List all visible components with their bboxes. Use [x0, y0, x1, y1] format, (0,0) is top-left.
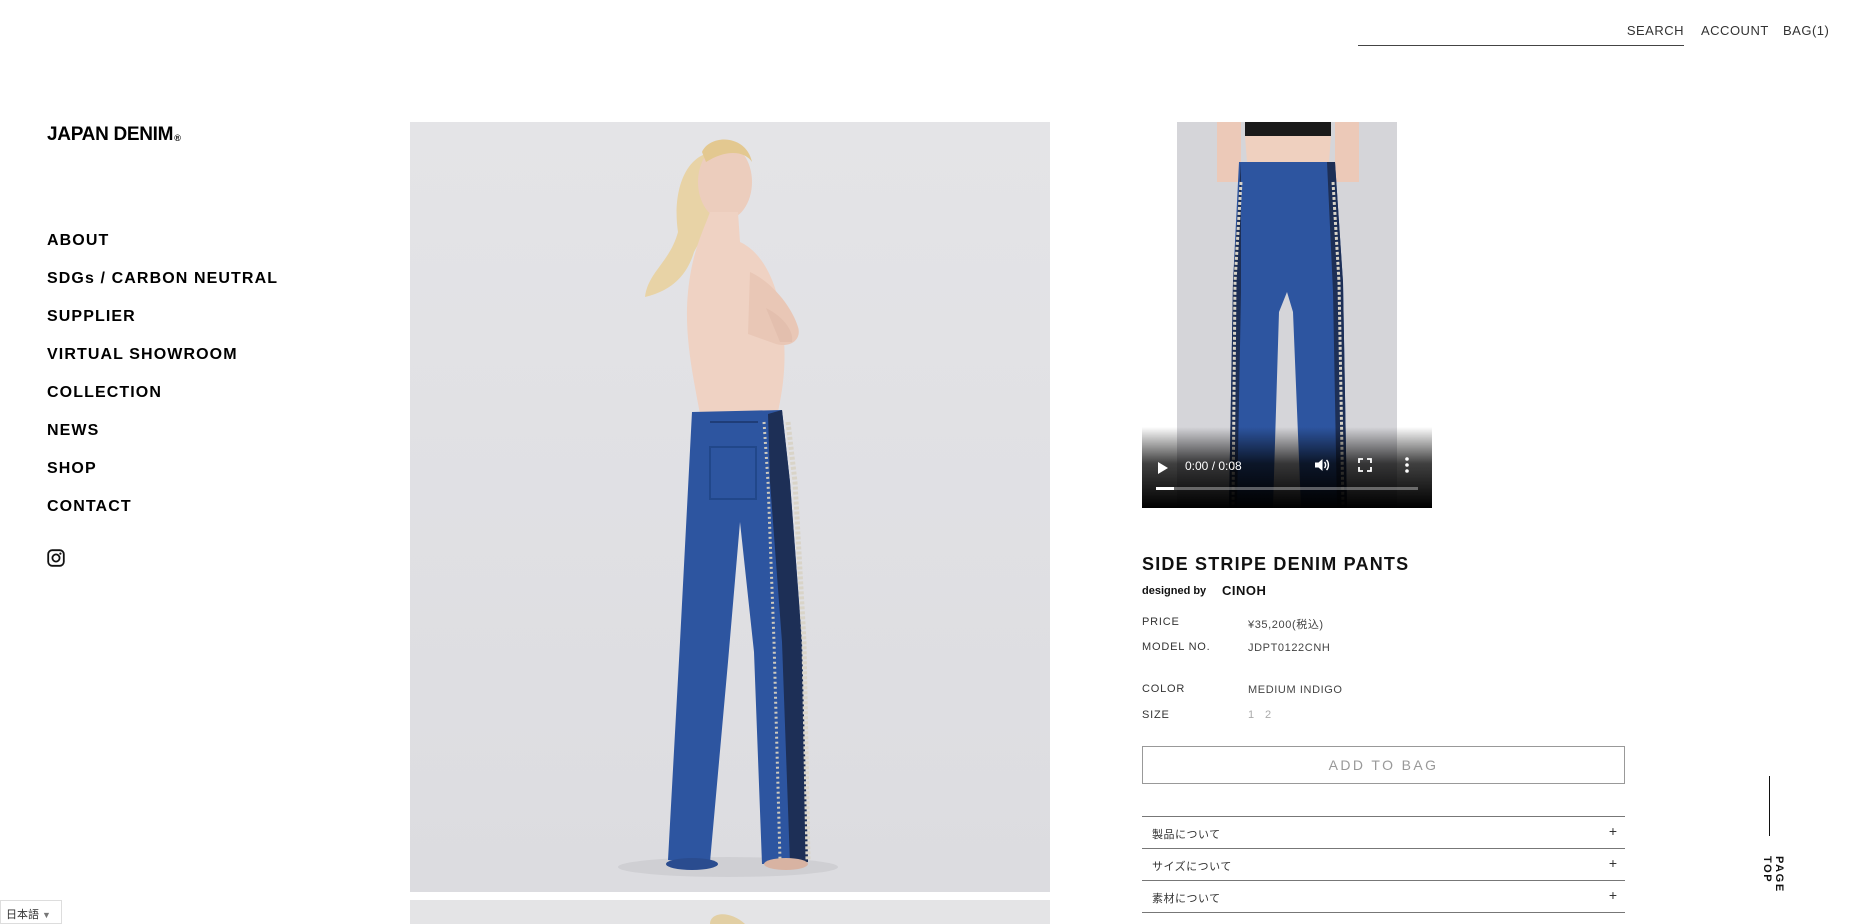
- designer-link[interactable]: CINOH: [1222, 583, 1266, 598]
- plus-icon: +: [1608, 823, 1617, 839]
- account-link[interactable]: ACCOUNT: [1701, 23, 1769, 38]
- nav-item-supplier[interactable]: SUPPLIER: [47, 306, 278, 344]
- more-options-icon[interactable]: [1404, 456, 1410, 474]
- nav-item-shop[interactable]: SHOP: [47, 458, 278, 496]
- accordion-size-info[interactable]: サイズについて +: [1142, 848, 1625, 880]
- model-figure: [410, 122, 1050, 892]
- nav-item-collection[interactable]: COLLECTION: [47, 382, 278, 420]
- product-video[interactable]: 0:00 / 0:08: [1142, 122, 1432, 508]
- second-image-preview: [410, 900, 1050, 924]
- plus-icon: +: [1608, 887, 1617, 903]
- add-to-bag-button[interactable]: ADD TO BAG: [1142, 746, 1625, 784]
- language-selector[interactable]: 日本語 ▼: [0, 900, 62, 924]
- logo-text: JAPAN DENIM: [47, 124, 174, 145]
- video-controls: 0:00 / 0:08: [1142, 427, 1432, 508]
- accordion-product-info[interactable]: 製品について +: [1142, 816, 1625, 848]
- accordion-label: 素材について: [1152, 893, 1221, 905]
- color-label: COLOR: [1142, 683, 1186, 695]
- designed-by-label: designed by: [1142, 585, 1207, 597]
- size-option-1[interactable]: 1: [1248, 709, 1254, 721]
- nav-item-news[interactable]: NEWS: [47, 420, 278, 458]
- nav-item-sdgs[interactable]: SDGs / CARBON NEUTRAL: [47, 268, 278, 306]
- accordion-label: サイズについて: [1152, 861, 1232, 873]
- product-title: SIDE STRIPE DENIM PANTS: [1142, 554, 1410, 574]
- model-label: MODEL NO.: [1142, 641, 1211, 653]
- fullscreen-icon[interactable]: [1358, 458, 1372, 472]
- color-value: MEDIUM INDIGO: [1248, 684, 1343, 696]
- brand-logo[interactable]: JAPAN DENIM®: [47, 124, 181, 146]
- price-label: PRICE: [1142, 616, 1180, 628]
- price-value: ¥35,200(税込): [1248, 619, 1324, 631]
- language-current: 日本語: [6, 909, 39, 921]
- video-progress-fill: [1156, 487, 1175, 490]
- bag-link[interactable]: BAG(1): [1783, 23, 1829, 38]
- main-nav: ABOUT SDGs / CARBON NEUTRAL SUPPLIER VIR…: [47, 230, 278, 534]
- page-top-button[interactable]: PAGE TOP: [1761, 856, 1785, 924]
- plus-icon: +: [1608, 855, 1617, 871]
- video-time: 0:00 / 0:08: [1185, 459, 1242, 473]
- instagram-icon[interactable]: [47, 549, 65, 567]
- accordion-label: 製品について: [1152, 829, 1221, 841]
- accordion-divider: [1142, 912, 1625, 913]
- nav-item-virtual-showroom[interactable]: VIRTUAL SHOWROOM: [47, 344, 278, 382]
- page-top-line: [1769, 776, 1770, 836]
- product-image-2[interactable]: [410, 900, 1050, 924]
- size-label: SIZE: [1142, 709, 1170, 721]
- play-icon[interactable]: [1158, 462, 1168, 474]
- registered-mark: ®: [174, 133, 181, 143]
- search-button[interactable]: SEARCH: [1627, 23, 1684, 38]
- chevron-down-icon: ▼: [42, 910, 51, 920]
- product-main-image[interactable]: [410, 122, 1050, 892]
- nav-item-contact[interactable]: CONTACT: [47, 496, 278, 534]
- volume-icon[interactable]: [1314, 457, 1330, 473]
- search-bar: SEARCH: [1358, 0, 1684, 46]
- nav-item-about[interactable]: ABOUT: [47, 230, 278, 268]
- size-option-2[interactable]: 2: [1265, 709, 1271, 721]
- model-value: JDPT0122CNH: [1248, 642, 1331, 654]
- video-progress-bar[interactable]: [1156, 487, 1418, 490]
- accordion-material-info[interactable]: 素材について +: [1142, 880, 1625, 912]
- search-input[interactable]: [1358, 16, 1618, 44]
